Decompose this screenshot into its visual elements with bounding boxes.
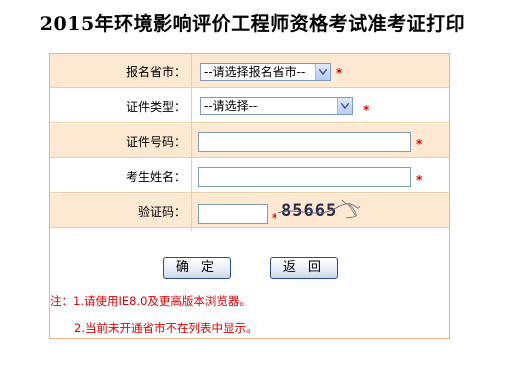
note-line-2: 2.当前未开通省市不在列表中显示。: [74, 321, 258, 335]
chevron-down-icon[interactable]: [315, 64, 330, 80]
name-input[interactable]: [198, 167, 411, 187]
back-button[interactable]: 返 回: [270, 257, 338, 279]
id-type-row: 证件类型： --请选择-- *: [50, 89, 449, 123]
name-label: 考生姓名：: [125, 170, 186, 184]
admission-ticket-form: 报名省市： --请选择报名省市-- * 证件类型： --请选择-- * 证件号码…: [49, 53, 450, 339]
province-select-value: --请选择报名省市--: [204, 65, 306, 79]
province-label: 报名省市：: [125, 65, 186, 79]
id-type-label: 证件类型：: [125, 100, 186, 114]
id-type-select[interactable]: --请选择--: [200, 97, 353, 115]
captcha-row: 验证码： *: [50, 194, 449, 228]
confirm-button[interactable]: 确 定: [163, 257, 231, 279]
captcha-input[interactable]: [198, 204, 268, 224]
page-title: 2015年环境影响评价工程师资格考试准考证打印: [39, 13, 466, 35]
province-select[interactable]: --请选择报名省市--: [200, 63, 331, 81]
province-row: 报名省市： --请选择报名省市-- *: [50, 54, 449, 88]
captcha-image[interactable]: 85665: [276, 196, 360, 222]
id-number-label: 证件号码：: [125, 135, 186, 149]
id-type-select-value: --请选择--: [204, 99, 258, 113]
required-star: *: [363, 103, 370, 117]
chevron-down-icon[interactable]: [337, 98, 352, 114]
note-line-1: 注：1.请使用IE8.0及更高版本浏览器。: [50, 294, 251, 308]
required-star: *: [336, 66, 343, 80]
id-number-input[interactable]: [198, 132, 411, 152]
required-star: *: [416, 137, 423, 151]
name-row: 考生姓名： *: [50, 159, 449, 193]
id-number-row: 证件号码： *: [50, 124, 449, 158]
captcha-label: 验证码：: [137, 205, 186, 219]
required-star: *: [416, 173, 423, 187]
